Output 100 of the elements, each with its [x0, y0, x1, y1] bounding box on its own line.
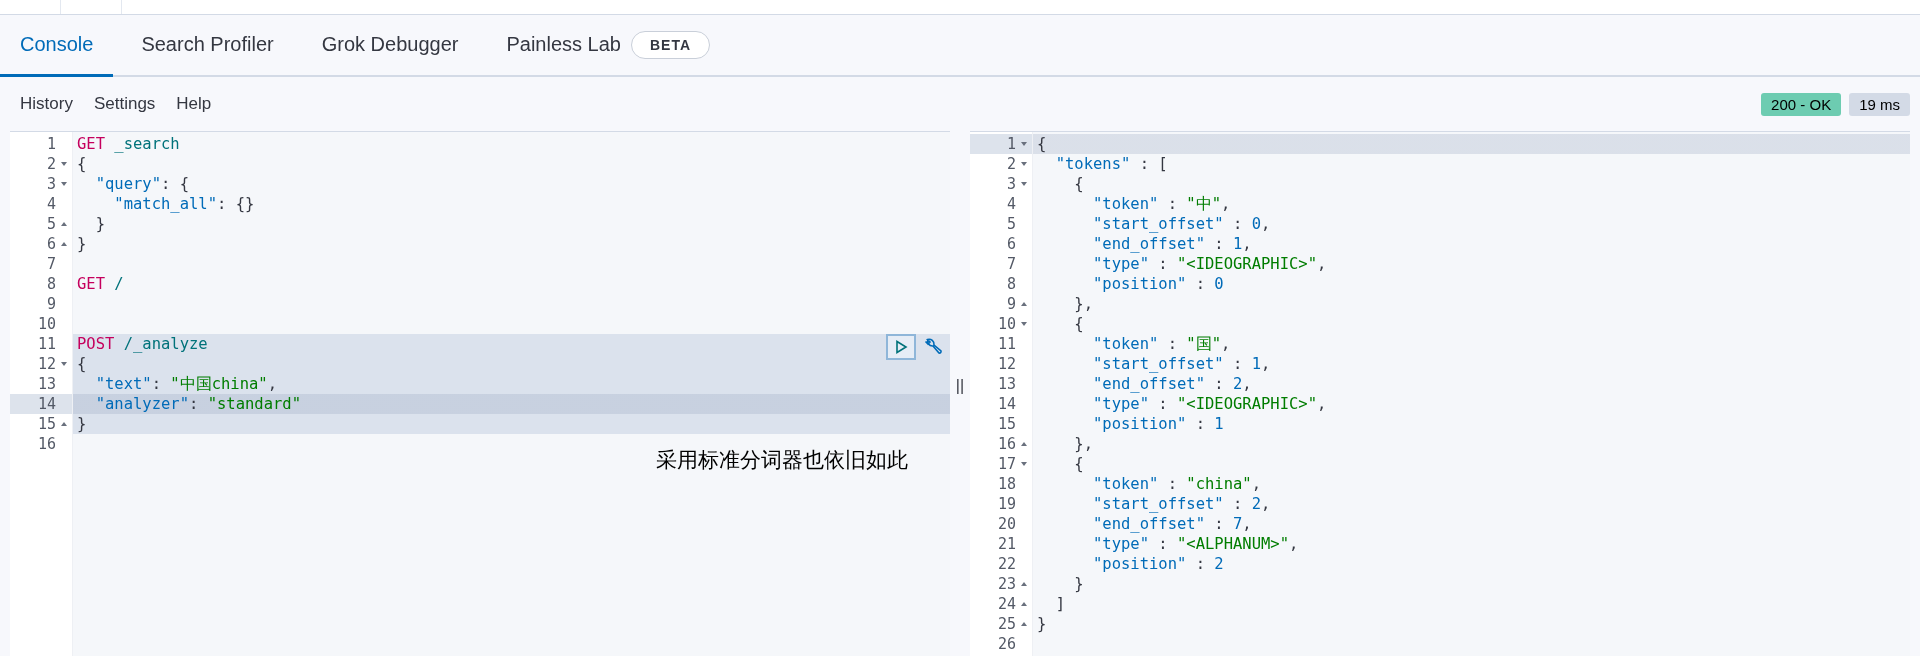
code-line: { [77, 155, 87, 173]
unfold-arrow-icon[interactable] [1020, 440, 1028, 448]
code-line: "position" : 1 [1092, 415, 1224, 433]
line-number: 11 [37, 335, 56, 353]
tab-label: Painless Lab [506, 33, 621, 56]
line-number: 12 [37, 355, 56, 373]
fold-arrow-icon[interactable] [60, 160, 68, 168]
code-line: "type" : "<IDEOGRAPHIC>", [1092, 395, 1327, 413]
fold-arrow-icon[interactable] [1020, 460, 1028, 468]
line-number: 8 [1006, 275, 1016, 293]
code-line: ] [1054, 595, 1065, 613]
status-badge: 200 - OK [1761, 92, 1842, 116]
code-line: { [77, 355, 87, 373]
fold-arrow-icon[interactable] [1020, 180, 1028, 188]
unfold-arrow-icon[interactable] [60, 240, 68, 248]
line-number: 13 [37, 375, 56, 393]
line-number: 15 [997, 415, 1016, 433]
fold-arrow-icon[interactable] [1020, 320, 1028, 328]
code-line: "match_all": {} [113, 195, 255, 213]
code-line: "position" : 0 [1092, 275, 1224, 293]
line-number: 24 [997, 595, 1016, 613]
line-number: 18 [997, 475, 1016, 493]
line-number: 16 [37, 435, 56, 453]
line-number: 21 [997, 535, 1016, 553]
code-line: "start_offset" : 0, [1092, 215, 1271, 233]
line-number: 5 [1006, 215, 1016, 233]
line-number: 10 [997, 315, 1016, 333]
code-line: "end_offset" : 1, [1092, 235, 1252, 253]
code-line: } [94, 215, 105, 233]
code-line: "token" : "国", [1092, 333, 1231, 355]
code-line: "query": { [94, 175, 189, 193]
unfold-arrow-icon[interactable] [1020, 580, 1028, 588]
line-number: 14 [37, 395, 56, 413]
unfold-arrow-icon[interactable] [1020, 600, 1028, 608]
tab[interactable]: Search Profiler [121, 15, 294, 77]
code-line: "token" : "china", [1092, 475, 1261, 493]
code-line: "position" : 2 [1092, 555, 1224, 573]
line-number: 13 [997, 375, 1016, 393]
menu-link[interactable]: Help [176, 94, 212, 114]
code-line: "type" : "<ALPHANUM>", [1092, 535, 1299, 553]
line-number: 9 [46, 295, 56, 313]
code-line: } [77, 415, 87, 433]
line-number: 3 [1006, 175, 1016, 193]
resize-handle[interactable]: || [955, 377, 965, 397]
code-line: }, [1073, 295, 1093, 313]
play-icon [894, 340, 908, 354]
line-number: 16 [997, 435, 1016, 453]
line-number: 3 [46, 175, 56, 193]
code-line: { [1073, 175, 1084, 193]
line-number: 26 [997, 635, 1016, 653]
annotation-text: 采用标准分词器也依旧如此 [656, 447, 908, 474]
line-number: 4 [1006, 195, 1016, 213]
unfold-arrow-icon[interactable] [1020, 300, 1028, 308]
line-number: 7 [46, 255, 56, 273]
line-number: 12 [997, 355, 1016, 373]
tab[interactable]: Grok Debugger [301, 15, 479, 77]
line-number: 20 [997, 515, 1016, 533]
code-line: GET _search [77, 135, 180, 153]
code-line: "end_offset" : 7, [1092, 515, 1252, 533]
time-badge: 19 ms [1849, 92, 1910, 116]
fold-arrow-icon[interactable] [60, 180, 68, 188]
unfold-arrow-icon[interactable] [60, 420, 68, 428]
line-number: 11 [997, 335, 1016, 353]
beta-badge: BETA [630, 30, 711, 59]
line-number: 1 [1006, 135, 1016, 153]
fold-arrow-icon[interactable] [60, 360, 68, 368]
line-number: 4 [46, 195, 56, 213]
menu-link[interactable]: History [20, 94, 73, 114]
line-number: 9 [1006, 295, 1016, 313]
unfold-arrow-icon[interactable] [60, 220, 68, 228]
run-button[interactable] [886, 334, 916, 360]
code-line: GET / [77, 275, 124, 293]
code-line: "tokens" : [ [1054, 155, 1168, 173]
fold-arrow-icon[interactable] [1020, 140, 1028, 148]
tab[interactable]: Painless Lab BETA [486, 15, 731, 77]
line-number: 1 [46, 135, 56, 153]
code-line: { [1073, 315, 1084, 333]
code-line: { [1037, 135, 1047, 153]
line-number: 7 [1006, 255, 1016, 273]
menu-link[interactable]: Settings [93, 94, 156, 114]
code-line: "start_offset" : 2, [1092, 495, 1271, 513]
code-line: "type" : "<IDEOGRAPHIC>", [1092, 255, 1327, 273]
fold-arrow-icon[interactable] [1020, 160, 1028, 168]
code-line: { [1073, 455, 1084, 473]
line-number: 5 [46, 215, 56, 233]
tab[interactable]: Console [0, 15, 114, 77]
line-number: 2 [1006, 155, 1016, 173]
line-number: 25 [997, 615, 1016, 633]
code-line: POST /_analyze [77, 335, 208, 353]
code-line: } [77, 235, 87, 253]
line-number: 19 [997, 495, 1016, 513]
code-line: "text": "中国china", [94, 373, 277, 395]
unfold-arrow-icon[interactable] [1020, 620, 1028, 628]
line-number: 6 [1006, 235, 1016, 253]
code-editor[interactable]: 1 2 3 4 5 6 7 8 9 10 11 12 13 14 15 16 GET _search { "query": { "match_all": {} } } GET / POST /_analyze { "text": "中国china", "analyzer": "standard" } 采用标准分词器也依旧如此 [10, 131, 950, 656]
code-line: } [1037, 615, 1047, 633]
code-line: } [1073, 575, 1084, 593]
line-number: 23 [997, 575, 1016, 593]
line-number: 10 [37, 315, 56, 333]
code-line: }, [1073, 435, 1093, 453]
